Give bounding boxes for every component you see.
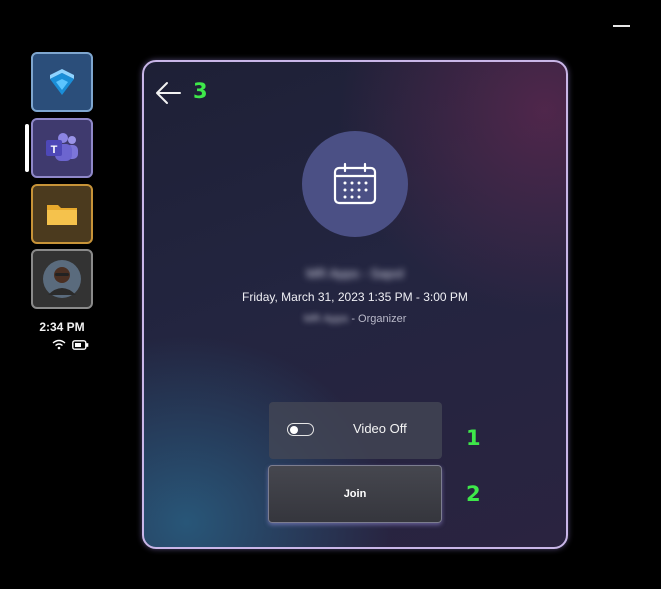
meeting-title: MR Apps - Sapol bbox=[306, 266, 404, 281]
arrow-left-icon bbox=[156, 82, 181, 104]
app-file-explorer[interactable] bbox=[31, 184, 93, 244]
organizer-suffix: - Organizer bbox=[348, 313, 407, 325]
teams-icon: T bbox=[46, 133, 78, 161]
video-toggle[interactable]: Video Off bbox=[269, 402, 442, 459]
annotation-1: 1 bbox=[466, 426, 481, 450]
dynamics-365-guides-icon bbox=[50, 69, 74, 95]
video-toggle-label: Video Off bbox=[353, 421, 407, 436]
annotation-3: 3 bbox=[193, 79, 208, 103]
avatar-icon bbox=[43, 260, 81, 298]
video-toggle-switch[interactable] bbox=[287, 423, 314, 436]
app-teams[interactable]: T bbox=[31, 118, 93, 178]
meeting-time: Friday, March 31, 2023 1:35 PM - 3:00 PM bbox=[242, 290, 468, 304]
system-status bbox=[52, 339, 89, 350]
folder-icon bbox=[47, 205, 77, 225]
meeting-join-panel: 3 MR Apps - Sapol Friday, March 31, 2023… bbox=[142, 60, 568, 549]
system-clock: 2:34 PM bbox=[39, 320, 85, 334]
teams-badge-letter: T bbox=[51, 144, 58, 156]
annotation-2: 2 bbox=[466, 482, 481, 506]
wifi-icon bbox=[52, 339, 66, 350]
active-app-indicator bbox=[25, 124, 29, 172]
calendar-icon bbox=[333, 162, 377, 205]
minimize-icon[interactable] bbox=[613, 25, 630, 27]
back-button[interactable] bbox=[154, 80, 184, 106]
app-profile[interactable] bbox=[31, 249, 93, 309]
meeting-organizer: MR Apps - Organizer bbox=[144, 313, 566, 325]
app-dynamics-guides[interactable] bbox=[31, 52, 93, 112]
battery-icon bbox=[72, 339, 89, 350]
calendar-badge bbox=[302, 131, 408, 237]
toggle-knob bbox=[290, 425, 298, 434]
organizer-name: MR Apps bbox=[303, 313, 349, 325]
join-button[interactable]: Join bbox=[268, 465, 442, 523]
